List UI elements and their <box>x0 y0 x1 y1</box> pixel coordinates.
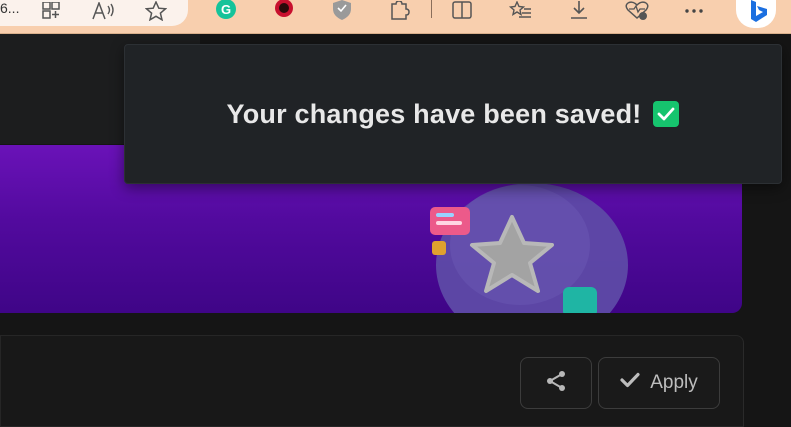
grammarly-icon[interactable]: G <box>213 0 239 22</box>
extension-red-icon[interactable] <box>271 0 297 22</box>
split-screen-icon[interactable] <box>449 0 475 22</box>
share-icon <box>544 369 568 398</box>
more-icon[interactable] <box>681 0 707 22</box>
favorite-star-icon[interactable] <box>143 0 169 22</box>
toolbar-separator <box>431 0 432 18</box>
svg-text:G: G <box>221 2 231 17</box>
check-icon <box>620 372 640 394</box>
share-button[interactable] <box>520 357 592 409</box>
bing-button[interactable] <box>736 0 776 28</box>
address-bar-text: 6... <box>0 0 20 16</box>
toast-message: Your changes have been saved! <box>226 98 642 129</box>
download-icon[interactable] <box>566 0 592 22</box>
bing-icon <box>742 0 772 31</box>
apply-label: Apply <box>650 372 698 393</box>
shield-extension-icon[interactable] <box>329 0 355 22</box>
browser-toolbar: 6... G <box>0 0 791 34</box>
grid-icon[interactable] <box>38 0 64 22</box>
check-mark-button-icon <box>653 101 680 127</box>
read-aloud-icon[interactable] <box>90 0 116 22</box>
performance-icon[interactable] <box>624 0 650 22</box>
extensions-puzzle-icon[interactable] <box>386 0 412 22</box>
toast-notification: Your changes have been saved! <box>124 44 782 184</box>
favorites-list-icon[interactable] <box>508 0 534 22</box>
apply-button[interactable]: Apply <box>598 357 720 409</box>
